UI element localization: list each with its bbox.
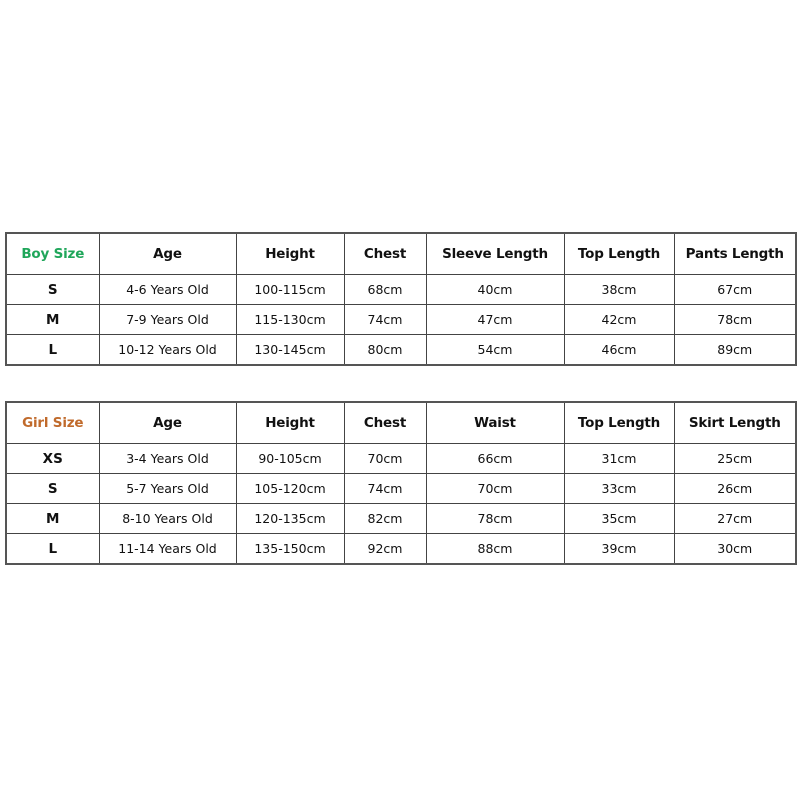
chest-cell: 80cm [343,334,427,366]
pants-length-cell: 89cm [673,334,797,366]
table-row: M 7-9 Years Old 115-130cm 74cm 47cm 42cm… [5,304,797,335]
age-cell: 3-4 Years Old [98,443,237,474]
girl-header-row: Girl Size Age Height Chest Waist Top Len… [5,401,797,444]
chest-cell: 92cm [343,533,427,565]
height-cell: 105-120cm [235,473,345,504]
boy-header-row: Boy Size Age Height Chest Sleeve Length … [5,232,797,275]
sleeve-length-cell: 54cm [425,334,565,366]
size-cell: M [5,503,100,534]
table-row: S 5-7 Years Old 105-120cm 74cm 70cm 33cm… [5,473,797,504]
skirt-length-header: Skirt Length [673,401,797,444]
size-cell: M [5,304,100,335]
table-row: L 11-14 Years Old 135-150cm 92cm 88cm 39… [5,533,797,565]
chest-cell: 68cm [343,274,427,305]
chest-header: Chest [343,232,427,275]
top-length-cell: 33cm [563,473,675,504]
sleeve-length-cell: 47cm [425,304,565,335]
top-length-header: Top Length [563,401,675,444]
top-length-cell: 39cm [563,533,675,565]
age-cell: 5-7 Years Old [98,473,237,504]
skirt-length-cell: 30cm [673,533,797,565]
chest-cell: 74cm [343,473,427,504]
height-cell: 115-130cm [235,304,345,335]
top-length-cell: 38cm [563,274,675,305]
waist-cell: 70cm [425,473,565,504]
size-cell: L [5,334,100,366]
skirt-length-cell: 27cm [673,503,797,534]
boy-size-table: Boy Size Age Height Chest Sleeve Length … [5,232,797,366]
age-cell: 8-10 Years Old [98,503,237,534]
table-row: XS 3-4 Years Old 90-105cm 70cm 66cm 31cm… [5,443,797,474]
age-cell: 11-14 Years Old [98,533,237,565]
size-cell: S [5,473,100,504]
skirt-length-cell: 25cm [673,443,797,474]
girl-size-table: Girl Size Age Height Chest Waist Top Len… [5,401,797,565]
height-cell: 135-150cm [235,533,345,565]
chest-cell: 74cm [343,304,427,335]
waist-cell: 66cm [425,443,565,474]
size-cell: XS [5,443,100,474]
pants-length-header: Pants Length [673,232,797,275]
height-cell: 100-115cm [235,274,345,305]
top-length-header: Top Length [563,232,675,275]
age-header: Age [98,401,237,444]
height-cell: 120-135cm [235,503,345,534]
size-cell: L [5,533,100,565]
top-length-cell: 31cm [563,443,675,474]
age-cell: 4-6 Years Old [98,274,237,305]
age-header: Age [98,232,237,275]
age-cell: 7-9 Years Old [98,304,237,335]
waist-header: Waist [425,401,565,444]
girl-size-header: Girl Size [5,401,100,444]
sleeve-length-cell: 40cm [425,274,565,305]
top-length-cell: 46cm [563,334,675,366]
size-cell: S [5,274,100,305]
chest-cell: 82cm [343,503,427,534]
skirt-length-cell: 26cm [673,473,797,504]
top-length-cell: 42cm [563,304,675,335]
chest-header: Chest [343,401,427,444]
waist-cell: 78cm [425,503,565,534]
chest-cell: 70cm [343,443,427,474]
height-cell: 130-145cm [235,334,345,366]
top-length-cell: 35cm [563,503,675,534]
height-header: Height [235,232,345,275]
boy-size-header: Boy Size [5,232,100,275]
age-cell: 10-12 Years Old [98,334,237,366]
pants-length-cell: 78cm [673,304,797,335]
height-cell: 90-105cm [235,443,345,474]
table-row: M 8-10 Years Old 120-135cm 82cm 78cm 35c… [5,503,797,534]
sleeve-length-header: Sleeve Length [425,232,565,275]
height-header: Height [235,401,345,444]
table-row: L 10-12 Years Old 130-145cm 80cm 54cm 46… [5,334,797,366]
waist-cell: 88cm [425,533,565,565]
table-row: S 4-6 Years Old 100-115cm 68cm 40cm 38cm… [5,274,797,305]
pants-length-cell: 67cm [673,274,797,305]
